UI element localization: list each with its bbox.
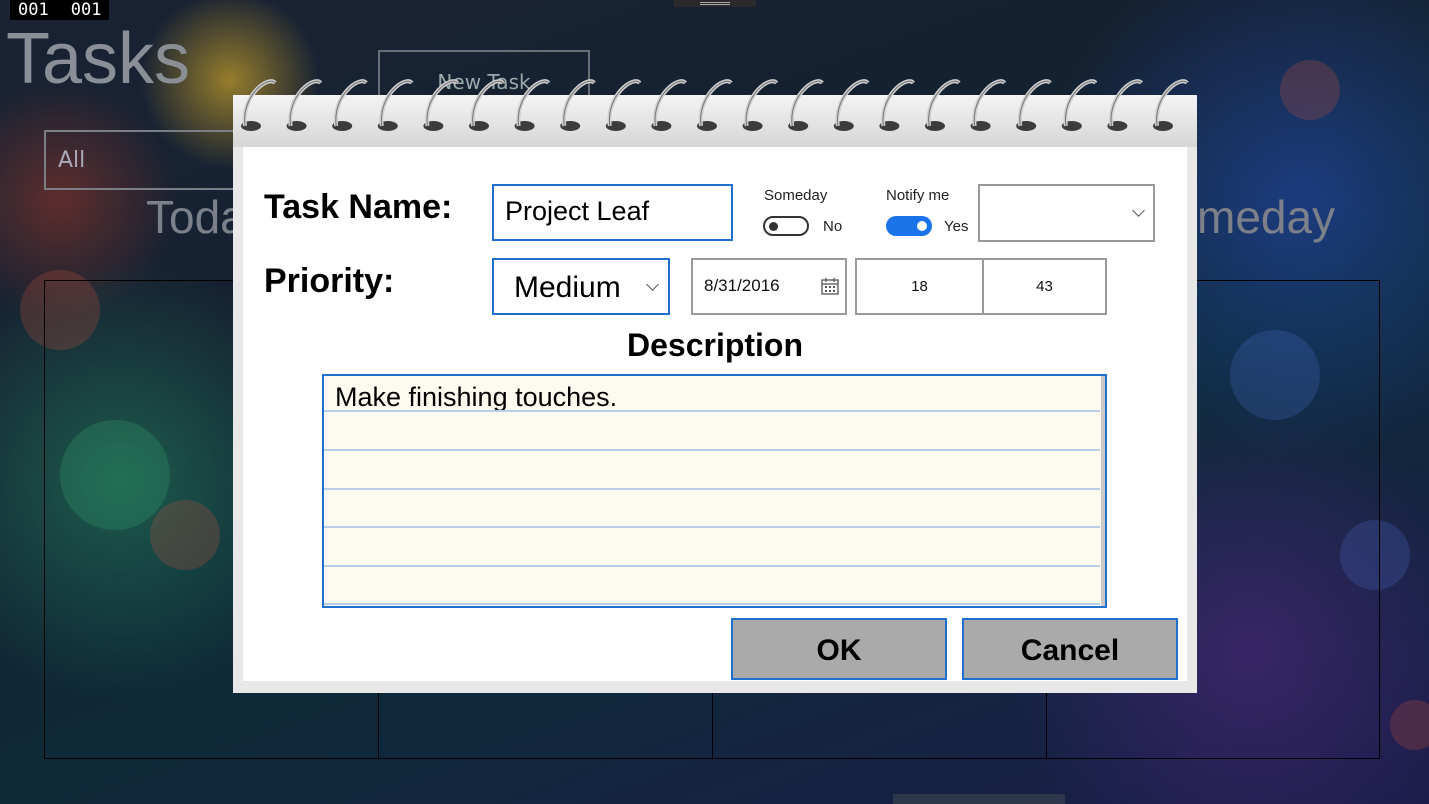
ruled-line — [324, 449, 1100, 451]
binding-coil — [744, 79, 779, 127]
bokeh-light — [1390, 700, 1429, 750]
time-picker[interactable]: 18 43 — [855, 258, 1107, 315]
notify-state: Yes — [944, 218, 969, 235]
someday-toggle[interactable] — [763, 216, 809, 236]
toggle-knob — [917, 221, 927, 231]
minute-value[interactable]: 43 — [984, 278, 1105, 295]
date-value: 8/31/2016 — [704, 276, 780, 295]
binding-coil — [333, 79, 368, 127]
notify-select[interactable] — [978, 184, 1155, 242]
binding-coil — [835, 79, 870, 127]
toggle-knob — [769, 222, 778, 231]
binding-coil — [881, 79, 915, 127]
binding-coil — [516, 79, 551, 127]
binding-coil — [242, 79, 277, 127]
task-dialog: Task Name: Project Leaf Someday No Notif… — [233, 79, 1197, 693]
binding-coil — [972, 79, 1007, 127]
binding-coil — [425, 79, 459, 127]
ruled-line — [324, 526, 1100, 528]
binding-coil — [698, 79, 733, 127]
ok-button[interactable]: OK — [731, 618, 947, 680]
textarea-scrollbar[interactable] — [1101, 376, 1105, 606]
description-textarea[interactable]: Make finishing touches. — [322, 374, 1107, 608]
someday-label: Someday — [764, 187, 828, 204]
binding-coil — [470, 79, 505, 127]
date-picker[interactable]: 8/31/2016 — [691, 258, 847, 315]
priority-label: Priority: — [264, 262, 395, 300]
bokeh-light — [1280, 60, 1340, 120]
binding-coil — [379, 79, 414, 127]
ruled-line — [324, 565, 1100, 567]
binding-coil — [607, 79, 642, 127]
binding-coil — [1017, 79, 1052, 127]
column-divider — [378, 691, 379, 760]
calendar-icon — [821, 278, 839, 295]
description-text: Make finishing touches. — [335, 382, 618, 412]
binding-coil — [288, 79, 323, 127]
chevron-down-icon — [1132, 204, 1145, 217]
description-label: Description — [626, 327, 804, 363]
column-header-today: Toda — [146, 191, 246, 243]
column-divider — [712, 691, 713, 760]
notify-toggle[interactable] — [886, 216, 932, 236]
task-name-label: Task Name: — [264, 188, 453, 226]
priority-value: Medium — [514, 271, 621, 304]
task-name-input[interactable]: Project Leaf — [492, 184, 733, 241]
hour-value[interactable]: 18 — [857, 278, 982, 295]
column-header-someday: meday — [1197, 191, 1336, 243]
notify-label: Notify me — [886, 187, 950, 204]
binding-coil — [926, 79, 961, 127]
binding-coil — [1109, 79, 1143, 127]
app-title: Tasks — [6, 19, 191, 99]
someday-state: No — [823, 218, 843, 235]
binding-coil — [789, 79, 824, 127]
filter-dropdown[interactable]: All — [44, 130, 244, 190]
ruled-line — [324, 410, 1100, 412]
binding-coil — [1063, 79, 1098, 127]
counter-b: 001 — [70, 0, 102, 20]
ruled-line — [324, 603, 1100, 605]
bottom-app-bar[interactable] — [893, 794, 1065, 804]
cancel-button[interactable]: Cancel — [962, 618, 1178, 680]
ruled-line — [324, 488, 1100, 490]
counter-a: 001 — [18, 0, 49, 20]
window-grip[interactable] — [674, 0, 756, 7]
binding-coil — [561, 79, 596, 127]
binding-coil — [1154, 79, 1189, 127]
frame-counter: 001 001 — [10, 0, 110, 20]
spiral-binding — [241, 79, 1189, 131]
chevron-down-icon — [646, 278, 659, 291]
binding-coil — [653, 79, 687, 127]
column-divider — [1046, 691, 1047, 760]
priority-select[interactable]: Medium — [492, 258, 670, 315]
